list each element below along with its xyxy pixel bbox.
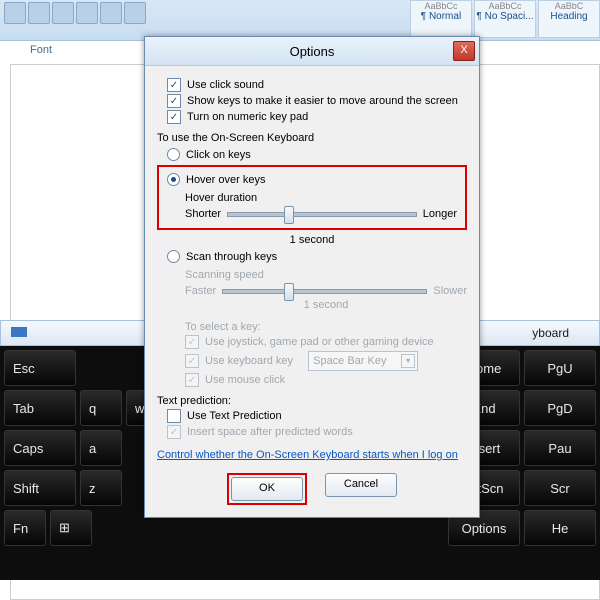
use-keyboard-key-checkbox: ✓ bbox=[185, 354, 199, 368]
use-mouse-click-label: Use mouse click bbox=[205, 374, 285, 386]
style-sample: AaBbC bbox=[539, 1, 599, 11]
osk-key-pgdn[interactable]: PgD bbox=[524, 390, 596, 426]
scan-through-keys-label: Scan through keys bbox=[186, 251, 277, 263]
use-text-prediction-checkbox[interactable] bbox=[167, 409, 181, 423]
radio-dot-icon bbox=[171, 177, 176, 182]
use-joystick-label: Use joystick, game pad or other gaming d… bbox=[205, 336, 434, 348]
scanning-speed-slider bbox=[222, 289, 427, 294]
click-on-keys-radio[interactable] bbox=[167, 148, 180, 161]
text-prediction-heading: Text prediction: bbox=[157, 395, 467, 407]
strikethrough-icon[interactable] bbox=[4, 2, 26, 24]
osk-key-a[interactable]: a bbox=[80, 430, 122, 466]
osk-key-caps[interactable]: Caps bbox=[4, 430, 76, 466]
ok-button[interactable]: OK bbox=[231, 477, 303, 501]
ribbon: AaBbCc ¶ Normal AaBbCc ¶ No Spaci... AaB… bbox=[0, 0, 600, 41]
osk-key-z[interactable]: z bbox=[80, 470, 122, 506]
options-dialog: Options X ✓ Use click sound ✓ Show keys … bbox=[144, 36, 480, 518]
osk-key-win[interactable]: ⊞ bbox=[50, 510, 92, 546]
keyboard-key-combo: Space Bar Key ▾ bbox=[308, 351, 418, 371]
style-label: ¶ Normal bbox=[421, 11, 461, 22]
osk-key-q[interactable]: q bbox=[80, 390, 122, 426]
dialog-titlebar[interactable]: Options X bbox=[145, 37, 479, 66]
osk-key-scrlk[interactable]: Scr bbox=[524, 470, 596, 506]
hover-over-keys-radio[interactable] bbox=[167, 173, 180, 186]
osk-key-pause[interactable]: Pau bbox=[524, 430, 596, 466]
click-on-keys-label: Click on keys bbox=[186, 149, 251, 161]
hover-over-keys-label: Hover over keys bbox=[186, 174, 265, 186]
insert-space-checkbox: ✓ bbox=[167, 425, 181, 439]
close-icon: X bbox=[460, 44, 467, 56]
osk-key-pgup[interactable]: PgU bbox=[524, 350, 596, 386]
numeric-checkbox[interactable]: ✓ bbox=[167, 110, 181, 124]
to-select-key-label: To select a key: bbox=[185, 321, 467, 333]
change-case-icon[interactable] bbox=[76, 2, 98, 24]
style-label: Heading bbox=[550, 11, 587, 22]
superscript-icon[interactable] bbox=[52, 2, 74, 24]
osk-key-shift[interactable]: Shift bbox=[4, 470, 76, 506]
cancel-button[interactable]: Cancel bbox=[325, 473, 397, 497]
osk-key-esc[interactable]: Esc bbox=[4, 350, 76, 386]
highlight-icon[interactable] bbox=[100, 2, 122, 24]
combo-value: Space Bar Key bbox=[313, 355, 386, 367]
chevron-down-icon: ▾ bbox=[401, 354, 415, 368]
osk-key-fn[interactable]: Fn bbox=[4, 510, 46, 546]
scan-through-keys-radio[interactable] bbox=[167, 250, 180, 263]
ribbon-group-label: Font bbox=[30, 44, 52, 56]
hover-duration-value: 1 second bbox=[157, 234, 467, 246]
style-sample: AaBbCc bbox=[411, 1, 471, 11]
osk-title-text: yboard bbox=[532, 321, 569, 345]
style-label: ¶ No Spaci... bbox=[476, 11, 533, 22]
subscript-icon[interactable] bbox=[28, 2, 50, 24]
to-use-heading: To use the On-Screen Keyboard bbox=[157, 132, 467, 144]
style-no-spacing[interactable]: AaBbCc ¶ No Spaci... bbox=[474, 0, 536, 38]
hover-duration-slider[interactable] bbox=[227, 212, 417, 217]
hover-longer-label: Longer bbox=[423, 208, 457, 220]
use-click-sound-checkbox[interactable]: ✓ bbox=[167, 78, 181, 92]
osk-icon bbox=[11, 327, 27, 337]
hover-shorter-label: Shorter bbox=[185, 208, 221, 220]
slider-thumb-icon[interactable] bbox=[284, 206, 294, 224]
insert-space-label: Insert space after predicted words bbox=[187, 426, 353, 438]
ribbon-font-group bbox=[4, 2, 146, 24]
use-text-prediction-label: Use Text Prediction bbox=[187, 410, 282, 422]
scan-slower-label: Slower bbox=[433, 285, 467, 297]
ok-highlight: OK bbox=[227, 473, 307, 505]
scanning-speed-value: 1 second bbox=[185, 299, 467, 311]
osk-key-help[interactable]: He bbox=[524, 510, 596, 546]
use-click-sound-row: ✓ Use click sound bbox=[167, 78, 467, 92]
numeric-label: Turn on numeric key pad bbox=[187, 111, 308, 123]
hover-over-keys-group: Hover over keys Hover duration Shorter L… bbox=[157, 165, 467, 230]
style-normal[interactable]: AaBbCc ¶ Normal bbox=[410, 0, 472, 38]
scan-faster-label: Faster bbox=[185, 285, 216, 297]
show-keys-checkbox[interactable]: ✓ bbox=[167, 94, 181, 108]
slider-thumb-icon bbox=[284, 283, 294, 301]
startup-settings-link[interactable]: Control whether the On-Screen Keyboard s… bbox=[157, 449, 458, 461]
click-on-keys-row: Click on keys bbox=[167, 148, 467, 161]
font-color-icon[interactable] bbox=[124, 2, 146, 24]
use-joystick-checkbox: ✓ bbox=[185, 335, 199, 349]
show-keys-row: ✓ Show keys to make it easier to move ar… bbox=[167, 94, 467, 108]
close-button[interactable]: X bbox=[453, 41, 475, 61]
numeric-row: ✓ Turn on numeric key pad bbox=[167, 110, 467, 124]
osk-key-tab[interactable]: Tab bbox=[4, 390, 76, 426]
use-keyboard-key-label: Use keyboard key bbox=[205, 355, 293, 367]
show-keys-label: Show keys to make it easier to move arou… bbox=[187, 95, 458, 107]
dialog-title: Options bbox=[290, 44, 335, 59]
scanning-speed-label: Scanning speed bbox=[185, 269, 467, 281]
hover-duration-label: Hover duration bbox=[185, 192, 457, 204]
use-mouse-click-checkbox: ✓ bbox=[185, 373, 199, 387]
ribbon-styles-gallery[interactable]: AaBbCc ¶ Normal AaBbCc ¶ No Spaci... AaB… bbox=[410, 0, 600, 38]
use-click-sound-label: Use click sound bbox=[187, 79, 264, 91]
style-heading[interactable]: AaBbC Heading bbox=[538, 0, 600, 38]
style-sample: AaBbCc bbox=[475, 1, 535, 11]
